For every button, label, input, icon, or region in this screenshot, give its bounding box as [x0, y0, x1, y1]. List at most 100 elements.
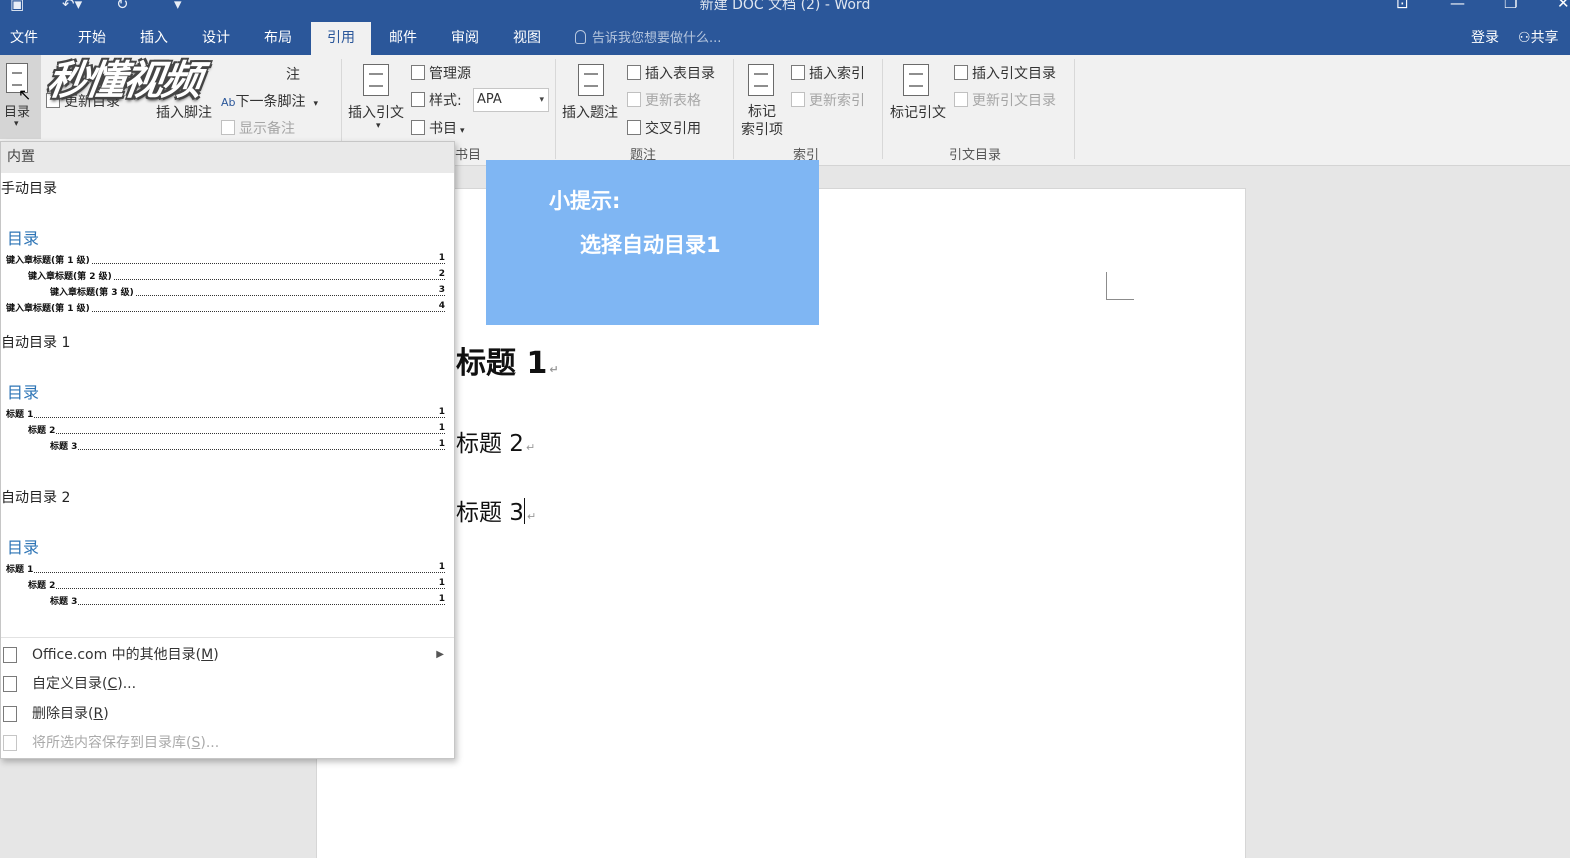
toc-preview-entry: 标题 2 1	[28, 423, 445, 437]
insert-index-button[interactable]: 插入索引	[791, 63, 865, 83]
insert-table-of-figures-label: 插入表目录	[645, 66, 715, 82]
toc-entry-text: 标题 2	[28, 578, 57, 591]
toc-entry-page: 2	[437, 269, 445, 279]
toc-preview-entry: 标题 3 1	[50, 594, 445, 608]
tab-review[interactable]: 审阅	[441, 22, 489, 55]
document-heading-1[interactable]: 标题 1 ↵	[456, 338, 559, 382]
update-table-button[interactable]: 更新表格	[627, 90, 701, 110]
paragraph-mark-icon: ↵	[525, 441, 536, 454]
tell-me-search[interactable]: 告诉我您想要做什么...	[575, 22, 721, 55]
menu-item-accelerator: R	[93, 706, 104, 722]
ribbon-tab-bar: 文件 开始 插入 设计 布局 引用 邮件 审阅 视图 告诉我您想要做什么... …	[0, 22, 1570, 55]
restore-icon[interactable]: ❐	[1504, 0, 1517, 12]
save-selection-to-gallery-menu-item[interactable]: 将所选内容保存到目录库(S)...	[1, 729, 454, 757]
document-heading-3[interactable]: 标题 3 ↵	[456, 493, 536, 527]
mark-entry-button-line2[interactable]: 索引项	[741, 119, 783, 139]
toc-entry-page: 1	[437, 407, 445, 417]
toc-leader-dots	[28, 433, 445, 434]
custom-toc-menu-item[interactable]: 自定义目录(C)...	[1, 670, 454, 698]
login-link[interactable]: 登录	[1471, 22, 1499, 55]
insert-table-of-figures-button[interactable]: 插入表目录	[627, 63, 715, 83]
toc-style-name: 手动目录	[1, 181, 57, 197]
menu-item-suffix: )	[213, 647, 219, 663]
tab-references[interactable]: 引用	[311, 22, 371, 55]
close-icon[interactable]: ✕	[1557, 0, 1570, 12]
mark-entry-icon	[748, 64, 774, 96]
insert-toa-button[interactable]: 插入引文目录	[954, 63, 1056, 83]
more-tocs-from-office-com[interactable]: Office.com 中的其他目录(M) ▶	[1, 641, 454, 669]
remove-toc-menu-item[interactable]: 删除目录(R)	[1, 700, 454, 728]
insert-endnote-partial-label[interactable]: 注	[286, 64, 300, 84]
toc-dropdown-arrow: ▾	[14, 119, 19, 129]
toc-entry-text: 标题 1	[6, 562, 35, 575]
toc-entry-page: 1	[437, 439, 445, 449]
mark-citation-icon	[903, 64, 929, 96]
mark-entry-button-line1[interactable]: 标记	[748, 101, 776, 121]
next-footnote-button[interactable]: Ab下一条脚注 ▾	[221, 91, 318, 111]
toc-preview-title: 目录	[7, 229, 40, 248]
toc-preview-entry: 键入章标题(第 1 级) 1	[6, 253, 445, 267]
insert-citation-icon	[363, 64, 389, 96]
gallery-header: 内置	[1, 142, 454, 173]
group-toa-label: 引文目录	[949, 148, 1002, 163]
insert-citation-arrow: ▾	[376, 121, 381, 131]
update-toa-icon	[954, 92, 968, 107]
insert-citation-button[interactable]: 插入引文	[348, 102, 404, 122]
show-notes-icon	[221, 120, 235, 135]
margin-corner-mark	[1106, 272, 1134, 300]
mark-citation-button[interactable]: 标记引文	[890, 102, 946, 122]
bibliography-button[interactable]: 书目 ▾	[411, 118, 465, 138]
mouse-cursor-icon: ↖	[18, 85, 32, 104]
menu-item-accelerator: M	[201, 647, 214, 663]
toc-leader-dots	[50, 449, 445, 450]
tab-layout[interactable]: 布局	[254, 22, 302, 55]
toc-preview-entry: 键入章标题(第 2 级) 2	[28, 269, 445, 283]
heading-2-text: 标题 2	[456, 431, 524, 457]
menu-item-label: 自定义目录(	[32, 676, 108, 692]
tab-view[interactable]: 视图	[503, 22, 551, 55]
cross-reference-label: 交叉引用	[645, 121, 701, 137]
cross-reference-icon	[627, 120, 641, 135]
toc-entry-page: 1	[437, 594, 445, 604]
style-icon	[411, 92, 425, 107]
tip-box: 小提示: 选择自动目录1	[486, 160, 819, 325]
insert-toa-label: 插入引文目录	[972, 66, 1056, 82]
toc-entry-page: 1	[437, 562, 445, 572]
custom-toc-icon	[3, 676, 17, 692]
menu-item-label: 删除目录(	[32, 706, 94, 722]
next-footnote-icon: Ab	[221, 96, 236, 109]
show-notes-label: 显示备注	[239, 121, 295, 137]
ribbon-display-icon[interactable]: ⊡	[1396, 0, 1409, 12]
tab-mailings[interactable]: 邮件	[379, 22, 427, 55]
toc-entry-page: 1	[437, 578, 445, 588]
toc-preview-entry: 键入章标题(第 3 级) 3	[50, 285, 445, 299]
update-toa-button[interactable]: 更新引文目录	[954, 90, 1056, 110]
office-com-icon	[3, 647, 17, 663]
insert-caption-button[interactable]: 插入题注	[562, 102, 618, 122]
menu-item-accelerator: C	[107, 676, 118, 692]
cross-reference-button[interactable]: 交叉引用	[627, 118, 701, 138]
toc-entry-text: 标题 2	[28, 423, 57, 436]
menu-item-suffix: )	[103, 706, 109, 722]
menu-item-suffix: )...	[117, 676, 137, 692]
toc-leader-dots	[6, 417, 445, 418]
toc-entry-page: 4	[437, 301, 445, 311]
text-caret	[523, 498, 525, 524]
tip-title: 小提示:	[549, 189, 621, 213]
minimize-icon[interactable]: —	[1450, 0, 1465, 12]
toc-entry-text: 键入章标题(第 2 级)	[28, 269, 113, 282]
toc-entry-text: 键入章标题(第 1 级)	[6, 253, 91, 266]
document-heading-2[interactable]: 标题 2 ↵	[456, 424, 535, 458]
share-button[interactable]: ⚇共享	[1518, 22, 1570, 55]
manage-sources-button[interactable]: 管理源	[411, 63, 471, 83]
toc-gallery-dropdown: 内置 手动目录 目录 键入章标题(第 1 级) 1 键入章标题(第 2 级) 2 键入章标题…	[0, 141, 455, 759]
tab-file[interactable]: 文件	[0, 22, 48, 55]
style-select-value: APA	[477, 92, 502, 107]
toc-preview-entry: 标题 3 1	[50, 439, 445, 453]
update-index-button[interactable]: 更新索引	[791, 90, 865, 110]
show-notes-button[interactable]: 显示备注	[221, 118, 295, 138]
tip-text: 选择自动目录1	[580, 233, 721, 257]
toc-entry-text: 键入章标题(第 1 级)	[6, 301, 91, 314]
style-select[interactable]: APA ▾	[473, 88, 549, 112]
tell-me-text: 告诉我您想要做什么...	[592, 31, 722, 46]
